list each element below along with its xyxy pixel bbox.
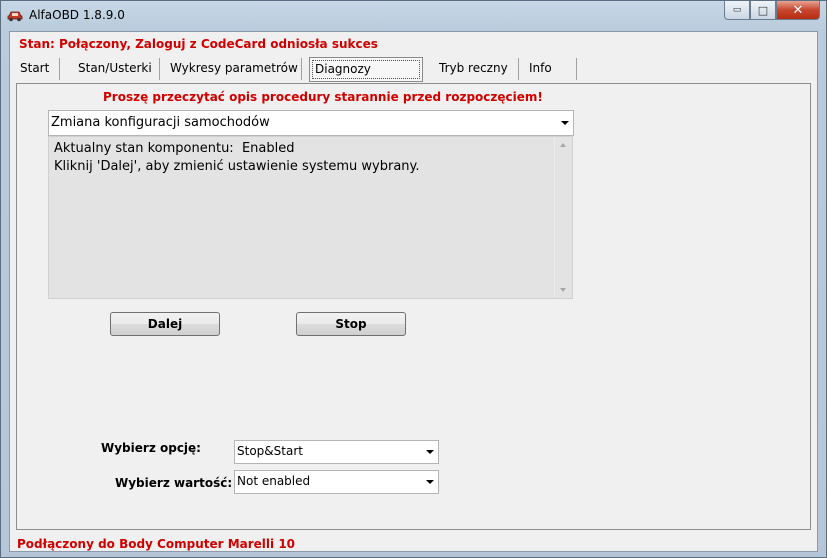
maximize-icon: □ xyxy=(757,3,769,17)
tab-label: Stan/Usterki xyxy=(78,61,152,75)
close-button[interactable]: ✕ xyxy=(776,1,820,20)
tab-diagnozy-aktywne[interactable]: Diagnozy Aktywne xyxy=(309,57,423,98)
device-status: Podłączony do Body Computer Marelli 10 xyxy=(17,537,296,551)
diagnostics-panel: Proszę przeczytać opis procedury starann… xyxy=(16,83,811,530)
tab-info[interactable]: Info xyxy=(519,55,577,81)
tab-start[interactable]: Start xyxy=(10,55,60,81)
caption-buttons: ▭ □ ✕ xyxy=(724,1,820,21)
tab-label: Tryb reczny xyxy=(439,61,508,75)
option-select[interactable]: Stop&Start xyxy=(234,440,439,464)
connection-status: Stan: Połączony, Zaloguj z CodeCard odni… xyxy=(19,37,378,51)
title-bar[interactable]: AlfaOBD 1.8.9.0 ▭ □ ✕ xyxy=(1,1,826,31)
vertical-scrollbar[interactable] xyxy=(554,137,572,298)
tab-stan-usterki[interactable]: Stan/Usterki xyxy=(68,55,160,81)
chevron-down-icon xyxy=(426,480,434,484)
tab-label: Info xyxy=(529,61,552,75)
tab-tryb-reczny[interactable]: Tryb reczny xyxy=(429,55,519,81)
chevron-down-icon xyxy=(426,450,434,454)
app-window: AlfaOBD 1.8.9.0 ▭ □ ✕ Stan: Połączony, Z… xyxy=(0,0,827,558)
minimize-button[interactable]: ▭ xyxy=(724,1,750,20)
info-textbox[interactable]: Aktualny stan komponentu: Enabled Klikni… xyxy=(48,136,573,299)
procedure-select-value: Zmiana konfiguracji samochodów xyxy=(51,115,270,130)
info-line: Aktualny stan komponentu: Enabled xyxy=(54,141,295,156)
option-label: Wybierz opcję: xyxy=(101,441,201,455)
chevron-down-icon xyxy=(561,121,569,125)
close-icon: ✕ xyxy=(792,2,804,18)
option-select-value: Stop&Start xyxy=(237,444,303,458)
scroll-down-icon[interactable] xyxy=(560,288,566,292)
tab-label: Start xyxy=(20,61,50,75)
minimize-icon: ▭ xyxy=(732,5,742,15)
tab-label: Wykresy parametrów xyxy=(170,61,298,75)
next-button[interactable]: Dalej xyxy=(110,312,220,336)
window-title: AlfaOBD 1.8.9.0 xyxy=(29,8,125,22)
client-area: Stan: Połączony, Zaloguj z CodeCard odni… xyxy=(9,31,818,552)
maximize-button[interactable]: □ xyxy=(750,1,776,20)
procedure-select[interactable]: Zmiana konfiguracji samochodów xyxy=(48,110,574,136)
warning-text: Proszę przeczytać opis procedury starann… xyxy=(103,90,543,104)
value-select[interactable]: Not enabled xyxy=(234,470,439,494)
stop-button[interactable]: Stop xyxy=(296,312,406,336)
value-select-value: Not enabled xyxy=(237,474,311,488)
value-label: Wybierz wartość: xyxy=(115,476,233,490)
info-line: Kliknij 'Dalej', aby zmienić ustawienie … xyxy=(54,159,420,174)
tab-wykresy-parametrow[interactable]: Wykresy parametrów xyxy=(160,55,302,81)
scroll-up-icon[interactable] xyxy=(560,143,566,147)
car-icon xyxy=(7,11,23,22)
